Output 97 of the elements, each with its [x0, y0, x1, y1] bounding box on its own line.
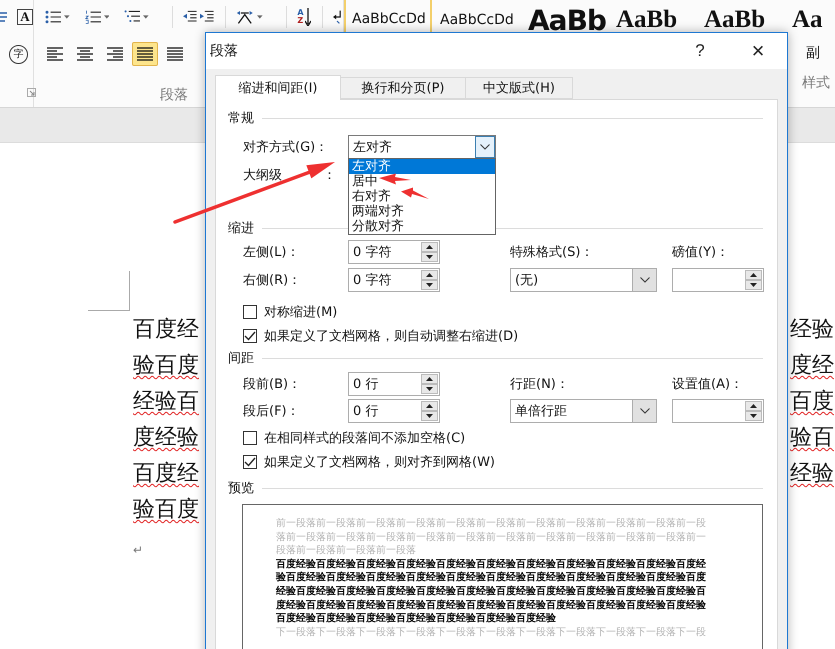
- document-text: 经验: [790, 316, 834, 342]
- spin-field[interactable]: [672, 268, 764, 292]
- chevron-down-icon: [640, 408, 650, 414]
- document-text: 度经: [790, 352, 834, 378]
- checkbox[interactable]: [243, 431, 257, 445]
- preview-text: 下一段落下一段落下一段落下一段落下一段落下一段落下一段落下一段落下一段落下一段落下一段: [276, 626, 707, 640]
- align-center-icon: [77, 47, 93, 61]
- annotation-arrow: [379, 174, 411, 184]
- line-spacing-dropdown[interactable]: 单倍行距: [510, 398, 657, 422]
- tab[interactable]: 中文版式(H): [465, 77, 573, 99]
- checkbox[interactable]: [243, 329, 257, 343]
- spin-arrows-icon[interactable]: [745, 400, 762, 420]
- tab[interactable]: 换行和分页(P): [340, 77, 466, 99]
- spin-arrows-icon[interactable]: [421, 242, 438, 262]
- field-label: 大纲级: [243, 167, 283, 184]
- preview-text: 落前一段落前一段落前一段落前一段落前一段落前一段落前一段落前一段落前一段落前一段落前一: [276, 530, 707, 544]
- preview-text: 验百度经验百度经验百度经验百度经验百度经验百度经验百度经验百度经验百度经验百度经验百度: [276, 571, 707, 585]
- spin-field[interactable]: 0 字符: [348, 268, 440, 292]
- preview-text: 段落前一段落前一段落前一段落: [276, 544, 417, 558]
- field-label: 磅值(Y)：: [672, 244, 730, 261]
- checkbox[interactable]: [243, 305, 257, 319]
- annotation-arrow: [401, 188, 429, 199]
- section-heading: 预览: [228, 480, 254, 497]
- style-preset[interactable]: Aa: [784, 0, 835, 40]
- help-button[interactable]: ?: [677, 34, 723, 68]
- special-dropdown[interactable]: (无): [510, 268, 657, 292]
- preview-text: 百度经验百度经验百度经验百度经验百度经验百度经验百度经验: [276, 612, 557, 626]
- checkbox-label: 在相同样式的段落间不添加空格(C): [264, 430, 466, 447]
- align-right-icon: [107, 47, 123, 61]
- caret-icon[interactable]: [64, 15, 70, 19]
- caret-icon[interactable]: [104, 15, 110, 19]
- group-label: 样式: [802, 75, 830, 91]
- spin-arrows-icon[interactable]: [421, 374, 438, 394]
- section-heading: 常规: [228, 110, 254, 127]
- dropdown-option[interactable]: 居中: [349, 174, 495, 189]
- spin-arrows-icon[interactable]: [421, 400, 438, 420]
- spin-field[interactable]: 0 行: [348, 398, 440, 422]
- chevron-down-icon: [480, 144, 490, 150]
- group-label: 段落: [160, 86, 188, 104]
- preview-text: 百度经验百度经验百度经验百度经验百度经验百度经验百度经验百度经验百度经验百度经验百度经: [276, 558, 707, 571]
- field-label: 段后(F)：: [243, 402, 301, 420]
- paragraph-mark: ↵: [133, 543, 144, 557]
- field-label: 设置值(A)：: [672, 376, 744, 392]
- section-heading: 间距: [228, 350, 254, 367]
- field-label: 段前(B)：: [243, 376, 302, 392]
- document-text: 验百度: [133, 352, 199, 378]
- caret-icon[interactable]: [257, 15, 263, 19]
- distributed-icon: [167, 47, 183, 61]
- return-arrow-icon[interactable]: [333, 8, 343, 26]
- dropdown-option[interactable]: 右对齐: [349, 189, 495, 204]
- cross-arrows-icon[interactable]: [236, 8, 254, 26]
- bullet-list-icon[interactable]: [45, 8, 61, 26]
- field-label: ：: [323, 167, 336, 184]
- style-name[interactable]: 副: [806, 44, 820, 62]
- spin-field[interactable]: 0 行: [348, 372, 440, 396]
- section-heading: 缩进: [228, 220, 254, 237]
- page-corner-mark: [88, 271, 130, 311]
- spin-arrows-icon[interactable]: [745, 270, 762, 290]
- chevron-down-icon: [640, 277, 650, 283]
- checkbox-label: 如果定义了文档网格，则对齐到网格(W): [264, 454, 495, 471]
- dialog-launcher-icon[interactable]: [27, 88, 36, 97]
- field-label: 右侧(R)：: [243, 272, 302, 289]
- preview-text: 度经验百度经验百度经验百度经验百度经验百度经验百度经验百度经验百度经验百度经验百度经验: [276, 598, 707, 612]
- dropdown-option[interactable]: 分散对齐: [349, 219, 495, 234]
- document-text: 百度经: [133, 460, 199, 486]
- field-label: 特殊格式(S)：: [510, 244, 594, 261]
- document-text: 百度: [790, 388, 834, 414]
- document-text: 经验: [790, 460, 834, 486]
- character-border-icon[interactable]: A: [17, 9, 33, 25]
- dialog-title: 段落: [210, 42, 239, 60]
- field-label: 行距(N)：: [510, 376, 570, 392]
- close-button[interactable]: ×: [735, 34, 781, 68]
- dropdown-option[interactable]: 左对齐: [349, 159, 495, 174]
- spin-field[interactable]: [672, 398, 764, 422]
- justify-button[interactable]: [132, 42, 158, 66]
- document-text: 验百度: [133, 496, 199, 522]
- preview-text: 前一段落前一段落前一段落前一段落前一段落前一段落前一段落前一段落前一段落前一段落前一段: [276, 517, 707, 531]
- caret-icon[interactable]: [143, 15, 149, 19]
- dropdown-option[interactable]: 两端对齐: [349, 204, 495, 219]
- tab[interactable]: 缩进和间距(I): [215, 75, 341, 100]
- spin-field[interactable]: 0 字符: [348, 240, 440, 264]
- document-text: 度经验: [133, 424, 199, 450]
- document-text: 经验百: [133, 388, 199, 414]
- alignment-dropdown[interactable]: 左对齐: [348, 135, 496, 159]
- checkbox-label: 对称缩进(M): [264, 304, 338, 321]
- justify-icon: [137, 47, 153, 61]
- document-text: 验百: [790, 424, 834, 450]
- document-text: 百度经: [133, 316, 199, 342]
- field-label: 对齐方式(G)：: [243, 139, 330, 156]
- checkbox[interactable]: [243, 455, 257, 469]
- spin-arrows-icon[interactable]: [421, 270, 438, 290]
- checkbox-label: 如果定义了文档网格，则自动调整右缩进(D): [264, 328, 518, 345]
- preview-text: 经验百度经验百度经验百度经验百度经验百度经验百度经验百度经验百度经验百度经验百度经验百: [276, 584, 707, 599]
- align-left-icon: [47, 47, 63, 61]
- numbered-list-icon[interactable]: [84, 8, 101, 26]
- field-label: 左侧(L)：: [243, 244, 300, 261]
- enclosed-character-icon[interactable]: 字: [9, 44, 28, 64]
